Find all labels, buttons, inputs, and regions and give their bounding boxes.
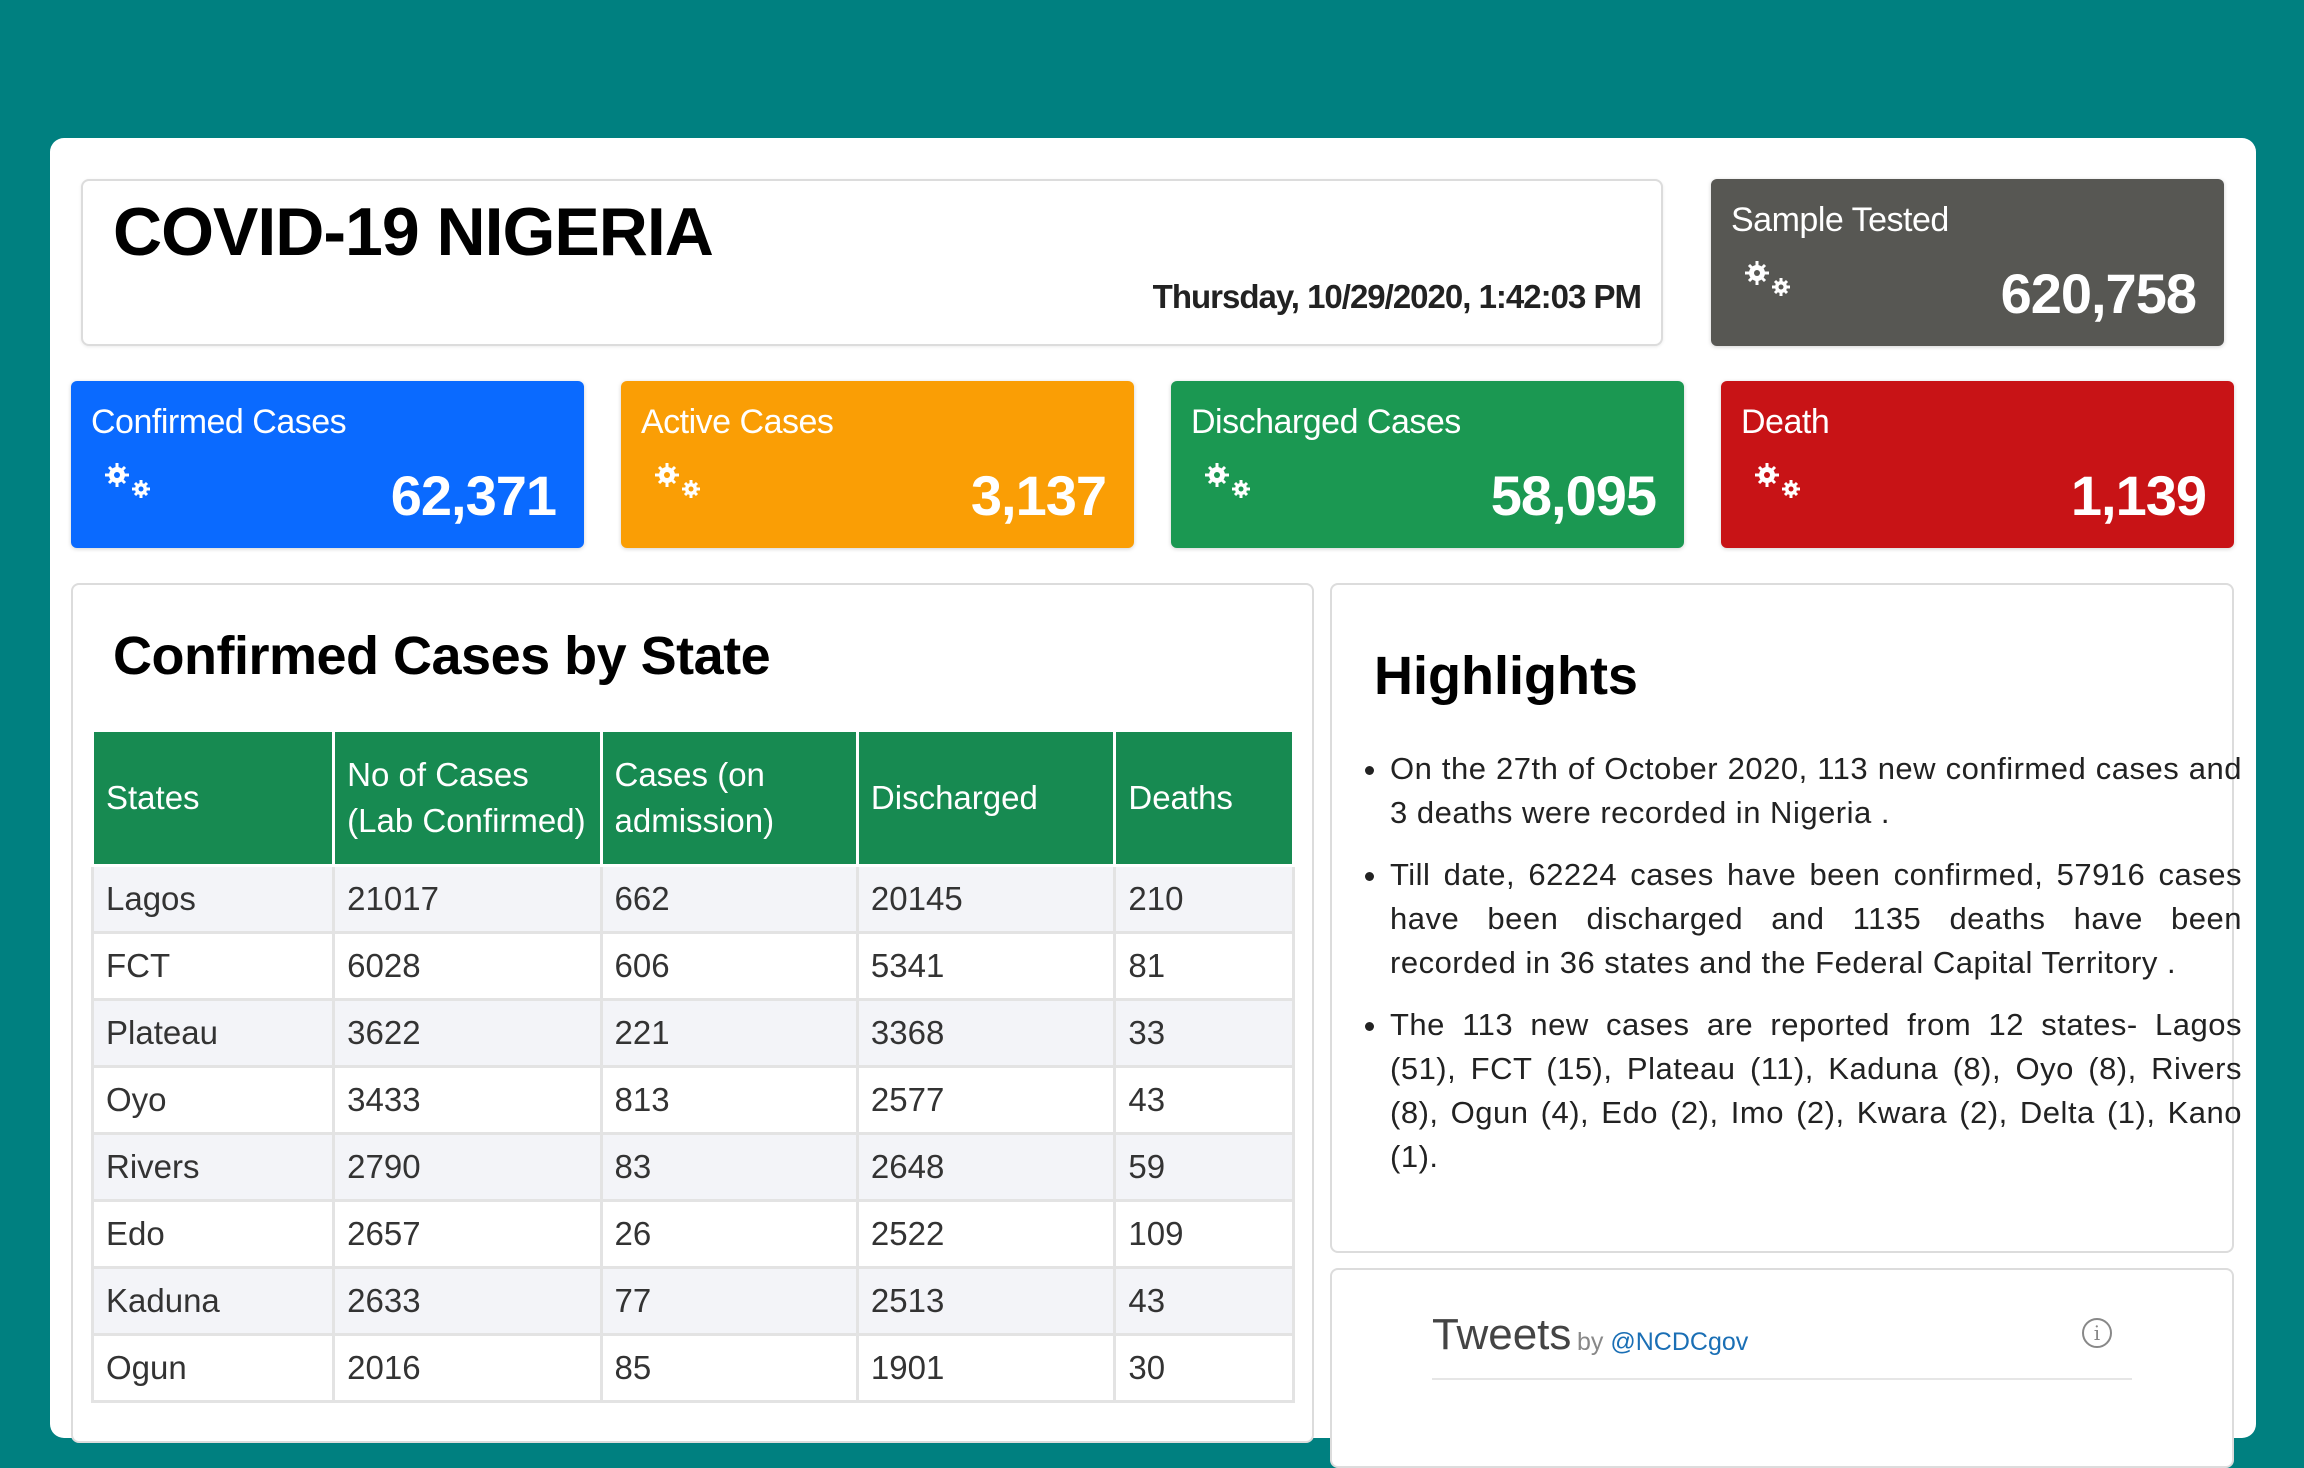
deaths-cell: 30 [1113, 1333, 1295, 1403]
active-cases-card: Active Cases 3,137 [621, 381, 1134, 548]
cases-by-state-table: States No of Cases (Lab Confirmed) Cases… [90, 729, 1295, 1403]
tweets-by-text: by [1577, 1328, 1604, 1356]
discharged-cell: 2648 [855, 1132, 1117, 1202]
virus-gears-icon [105, 463, 150, 498]
table-row: Rivers 2790 83 2648 59 [90, 1132, 1295, 1202]
virus-gears-icon [1755, 463, 1800, 498]
tweets-title: Tweets [1432, 1310, 1572, 1359]
on-admission-cell: 662 [599, 864, 859, 934]
discharged-cell: 2577 [855, 1065, 1117, 1135]
deaths-cell: 81 [1113, 931, 1295, 1001]
column-header-states[interactable]: States [90, 729, 336, 867]
on-admission-cell: 26 [599, 1199, 859, 1269]
cases-by-state-card: Confirmed Cases by State States No of Ca… [71, 583, 1314, 1443]
virus-gears-icon [1205, 463, 1250, 498]
discharged-cases-card: Discharged Cases 58,095 [1171, 381, 1684, 548]
date-time: Thursday, 10/29/2020, 1:42:03 PM [1152, 278, 1642, 315]
state-cell: Edo [90, 1199, 336, 1269]
on-admission-cell: 221 [599, 998, 859, 1068]
column-header-on-admission[interactable]: Cases (on admission) [599, 729, 859, 867]
state-cell: Lagos [90, 864, 336, 934]
discharged-cell: 2522 [855, 1199, 1117, 1269]
state-cell: Rivers [90, 1132, 336, 1202]
highlights-card: Highlights On the 27th of October 2020, … [1330, 583, 2242, 1253]
tweets-card: Tweets by @NCDCgov i [1330, 1268, 2234, 1468]
lab-confirmed-cell: 2633 [332, 1266, 603, 1336]
on-admission-cell: 85 [599, 1333, 859, 1403]
highlight-item: Till date, 62224 cases have been confirm… [1390, 853, 2242, 985]
state-cell: Oyo [90, 1065, 336, 1135]
lab-confirmed-cell: 2016 [332, 1333, 603, 1403]
info-icon[interactable]: i [2082, 1318, 2112, 1348]
table-row: Plateau 3622 221 3368 33 [90, 998, 1295, 1068]
on-admission-cell: 77 [599, 1266, 859, 1336]
lab-confirmed-cell: 2790 [332, 1132, 603, 1202]
table-row: Lagos 21017 662 20145 210 [90, 864, 1295, 934]
virus-gears-icon [1745, 261, 1790, 296]
lab-confirmed-cell: 2657 [332, 1199, 603, 1269]
on-admission-cell: 813 [599, 1065, 859, 1135]
ncdc-handle-link[interactable]: @NCDCgov [1610, 1328, 1748, 1356]
deaths-cell: 43 [1113, 1266, 1295, 1336]
on-admission-cell: 83 [599, 1132, 859, 1202]
death-card: Death 1,139 [1721, 381, 2234, 548]
table-header-row: States No of Cases (Lab Confirmed) Cases… [90, 729, 1295, 867]
sample-tested-label: Sample Tested [1731, 201, 1949, 239]
highlight-item: The 113 new cases are reported from 12 s… [1390, 1003, 2242, 1179]
virus-gears-icon [655, 463, 700, 498]
state-cell: FCT [90, 931, 336, 1001]
highlights-list: On the 27th of October 2020, 113 new con… [1352, 747, 2242, 1197]
state-cell: Ogun [90, 1333, 336, 1403]
discharged-cell: 2513 [855, 1266, 1117, 1336]
sample-tested-value: 620,758 [2000, 262, 2197, 325]
on-admission-cell: 606 [599, 931, 859, 1001]
sample-tested-card: Sample Tested 620,758 [1711, 179, 2224, 346]
discharged-cases-value: 58,095 [1490, 464, 1657, 527]
death-value: 1,139 [2070, 464, 2207, 527]
active-cases-value: 3,137 [970, 464, 1107, 527]
cases-by-state-title: Confirmed Cases by State [113, 626, 771, 686]
column-header-deaths[interactable]: Deaths [1113, 729, 1295, 867]
state-cell: Plateau [90, 998, 336, 1068]
column-header-discharged[interactable]: Discharged [855, 729, 1117, 867]
table-row: Oyo 3433 813 2577 43 [90, 1065, 1295, 1135]
table-row: Edo 2657 26 2522 109 [90, 1199, 1295, 1269]
page-title: COVID-19 NIGERIA [113, 194, 714, 270]
discharged-cell: 3368 [855, 998, 1117, 1068]
death-label: Death [1741, 403, 1830, 441]
discharged-cell: 20145 [855, 864, 1117, 934]
discharged-cell: 5341 [855, 931, 1117, 1001]
deaths-cell: 43 [1113, 1065, 1295, 1135]
active-cases-label: Active Cases [641, 403, 834, 441]
title-card: COVID-19 NIGERIA Thursday, 10/29/2020, 1… [81, 179, 1663, 346]
tweets-header: Tweets by @NCDCgov i [1432, 1310, 2132, 1380]
confirmed-cases-card: Confirmed Cases 62,371 [71, 381, 584, 548]
lab-confirmed-cell: 3433 [332, 1065, 603, 1135]
deaths-cell: 59 [1113, 1132, 1295, 1202]
confirmed-cases-label: Confirmed Cases [91, 403, 347, 441]
table-row: Kaduna 2633 77 2513 43 [90, 1266, 1295, 1336]
table-row: Ogun 2016 85 1901 30 [90, 1333, 1295, 1403]
deaths-cell: 210 [1113, 864, 1295, 934]
lab-confirmed-cell: 21017 [332, 864, 603, 934]
highlight-item: On the 27th of October 2020, 113 new con… [1390, 747, 2242, 835]
table-row: FCT 6028 606 5341 81 [90, 931, 1295, 1001]
column-header-lab-confirmed[interactable]: No of Cases (Lab Confirmed) [332, 729, 603, 867]
tweets-byline: by @NCDCgov [1577, 1328, 1748, 1357]
lab-confirmed-cell: 6028 [332, 931, 603, 1001]
deaths-cell: 33 [1113, 998, 1295, 1068]
highlights-title: Highlights [1374, 646, 1638, 706]
deaths-cell: 109 [1113, 1199, 1295, 1269]
discharged-cell: 1901 [855, 1333, 1117, 1403]
discharged-cases-label: Discharged Cases [1191, 403, 1461, 441]
state-cell: Kaduna [90, 1266, 336, 1336]
lab-confirmed-cell: 3622 [332, 998, 603, 1068]
confirmed-cases-value: 62,371 [390, 464, 557, 527]
